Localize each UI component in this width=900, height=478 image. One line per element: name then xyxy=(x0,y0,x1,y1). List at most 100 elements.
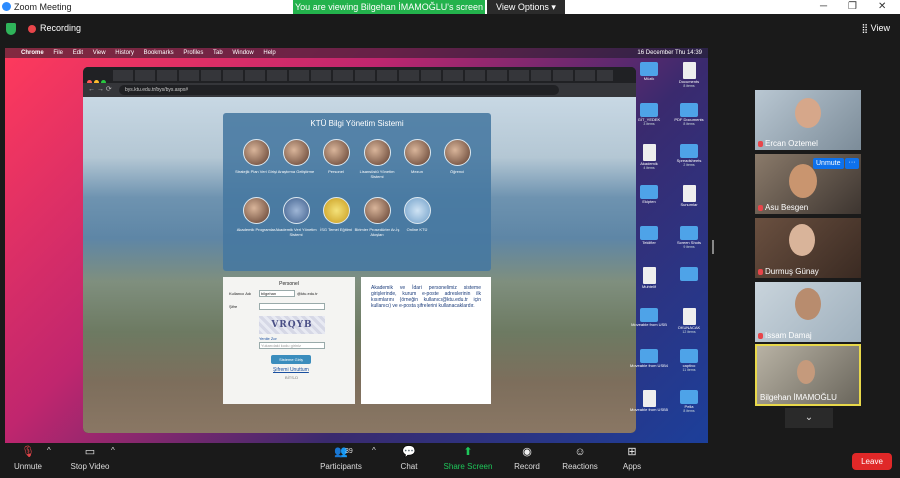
smiley-icon: ☺ xyxy=(574,446,586,458)
desktop-item-count: 12 items xyxy=(682,330,696,334)
photo-icon xyxy=(282,139,310,166)
photo-icon xyxy=(363,139,391,166)
forgot-password-link[interactable]: Şifremi Unuttum xyxy=(273,367,309,373)
menu-history: History xyxy=(115,50,134,56)
folder-icon xyxy=(680,390,698,404)
chevron-down-icon: ⌄ xyxy=(804,412,814,423)
desktop-item[interactable]: Documents 8 items xyxy=(669,62,709,88)
participants-count: 39 xyxy=(345,448,353,455)
login-title: Personel xyxy=(279,281,299,287)
video-options-caret[interactable]: ^ xyxy=(111,446,115,455)
face-icon xyxy=(795,288,821,320)
leave-button[interactable]: Leave xyxy=(852,453,892,470)
unmute-button[interactable]: 🎙 Unmute xyxy=(10,446,46,471)
more-options-icon[interactable]: ··· xyxy=(845,158,859,169)
desktop-item[interactable] xyxy=(669,267,709,281)
desktop-item[interactable]: Moveable from USB xyxy=(629,308,669,327)
document-icon xyxy=(642,144,656,161)
domain-label: @ktu.edu.tr xyxy=(297,291,318,296)
browser-window: ← → ⟳ bys.ktu.edu.tr/bys/bys.aspx# KTÜ B… xyxy=(83,67,636,433)
participants-options-caret[interactable]: ^ xyxy=(372,446,376,455)
desktop-item[interactable]: Spreadsheets 2 items xyxy=(669,144,709,167)
desktop-item[interactable]: Müzik xyxy=(629,62,669,81)
view-options-button[interactable]: View Options ▾ xyxy=(487,0,565,14)
meeting-toolbar: 🎙 Unmute ^ ▭ Stop Video ^ 👥 39 Participants … xyxy=(0,444,900,478)
share-screen-button[interactable]: ⬆ Share Screen xyxy=(440,446,496,471)
desktop-item[interactable]: OKUNACAK 12 items xyxy=(669,308,709,334)
chat-button[interactable]: 💬 Chat xyxy=(394,446,424,471)
desktop-item-name: Teklifler xyxy=(642,240,656,245)
desktop-item[interactable]: Screen Shots 9 items xyxy=(669,226,709,249)
desktop-item[interactable]: Moveable from USB4 xyxy=(629,349,669,368)
portal-icon-label: Öğrenci xyxy=(449,169,464,174)
apps-label: Apps xyxy=(622,462,642,471)
safety-icon xyxy=(322,197,350,224)
security-shield-icon[interactable] xyxy=(6,23,16,35)
face-icon xyxy=(789,164,817,198)
view-button[interactable]: ⣿ View xyxy=(862,23,890,34)
folder-icon xyxy=(680,103,698,117)
desktop-item[interactable]: Muhtelif xyxy=(629,267,669,289)
document-icon xyxy=(682,62,696,79)
folder-icon xyxy=(640,349,658,363)
menu-chrome: Chrome xyxy=(21,50,44,56)
participants-icon: 👥 xyxy=(334,446,348,458)
online-icon xyxy=(403,197,431,224)
apps-button[interactable]: ⊞ Apps xyxy=(616,446,648,471)
gallery-next-page-button[interactable]: ⌄ xyxy=(785,408,833,428)
ktu-page: KTÜ Bilgi Yönetim Sistemi Stratejik Plan… xyxy=(83,97,636,433)
desktop-item-count: 8 items xyxy=(683,409,695,413)
record-button[interactable]: ◉ Record xyxy=(510,446,544,471)
menu-file: File xyxy=(53,50,64,56)
folder-icon xyxy=(680,144,698,158)
share-screen-label: Share Screen xyxy=(443,462,493,471)
login-submit-button[interactable]: Sisteme Giriş xyxy=(271,355,311,364)
minimize-icon[interactable]: ─ xyxy=(820,1,827,12)
face-icon xyxy=(795,98,821,128)
muted-mic-icon xyxy=(758,204,763,211)
participant-name-text: Bilgehan İMAMOĞLU xyxy=(760,393,837,402)
participants-button[interactable]: 👥 39 Participants xyxy=(316,446,366,471)
captcha-refresh-link[interactable]: Yenile Zor xyxy=(259,336,277,341)
folder-icon xyxy=(640,62,658,76)
unmute-participant-button[interactable]: Unmute xyxy=(813,158,844,169)
password-input[interactable] xyxy=(259,303,325,310)
desktop-item[interactable]: GİT_YEDEK 3 items xyxy=(629,103,669,126)
participant-tile[interactable]: Unmute ··· Asu Besgen xyxy=(755,154,861,214)
gallery-splitter[interactable] xyxy=(712,240,714,254)
apps-grid-icon: ⊞ xyxy=(627,446,637,458)
close-icon[interactable]: ✕ xyxy=(878,1,886,12)
stop-video-label: Stop Video xyxy=(70,462,110,471)
desktop-item[interactable]: Moveable from USB5 xyxy=(629,390,669,412)
recording-indicator[interactable]: Recording xyxy=(28,23,81,33)
muted-mic-icon xyxy=(758,140,763,147)
desktop-item[interactable]: Akademik 4 items xyxy=(629,144,669,170)
desktop-icons: Müzik Documents 8 items GİT_YEDEK 3 items PDF… xyxy=(629,62,708,442)
participant-tile[interactable]: Ercan Oztemel xyxy=(755,90,861,150)
desktop-item[interactable]: PDF Documents 8 items xyxy=(669,103,709,126)
audio-options-caret[interactable]: ^ xyxy=(47,446,51,455)
desktop-item[interactable]: Ekipten xyxy=(629,185,669,204)
meeting-topbar: Recording ⣿ View xyxy=(0,14,900,44)
share-screen-icon: ⬆ xyxy=(463,446,473,458)
participant-tile[interactable]: Issam Damaj xyxy=(755,282,861,342)
reactions-label: Reactions xyxy=(562,462,598,471)
mic-muted-icon: 🎙 xyxy=(21,446,35,458)
reactions-button[interactable]: ☺ Reactions xyxy=(558,446,602,471)
captcha-input[interactable]: Yukarıdaki kodu giriniz xyxy=(259,342,325,349)
stop-video-button[interactable]: ▭ Stop Video xyxy=(66,446,114,471)
maximize-icon[interactable]: ❐ xyxy=(848,1,857,12)
captcha-image: VRQYB xyxy=(259,316,325,334)
desktop-item[interactable]: Teklifler xyxy=(629,226,669,245)
participant-tile[interactable]: Durmuş Günay xyxy=(755,218,861,278)
desktop-item-count: 4 items xyxy=(643,166,655,170)
mac-clock: 16 December Thu 14:39 xyxy=(637,50,702,56)
photo-icon xyxy=(242,139,270,166)
participant-tile-active-speaker[interactable]: Bilgehan İMAMOĞLU xyxy=(755,344,861,406)
portal-icon-label: Online KTÜ xyxy=(406,227,428,232)
username-input[interactable]: bilgehan xyxy=(259,290,295,297)
desktop-item[interactable]: Sunumlar xyxy=(669,185,709,207)
desktop-item[interactable]: Pella 8 items xyxy=(669,390,709,413)
folder-icon xyxy=(680,267,698,281)
desktop-item[interactable]: captivo 11 items xyxy=(669,349,709,372)
